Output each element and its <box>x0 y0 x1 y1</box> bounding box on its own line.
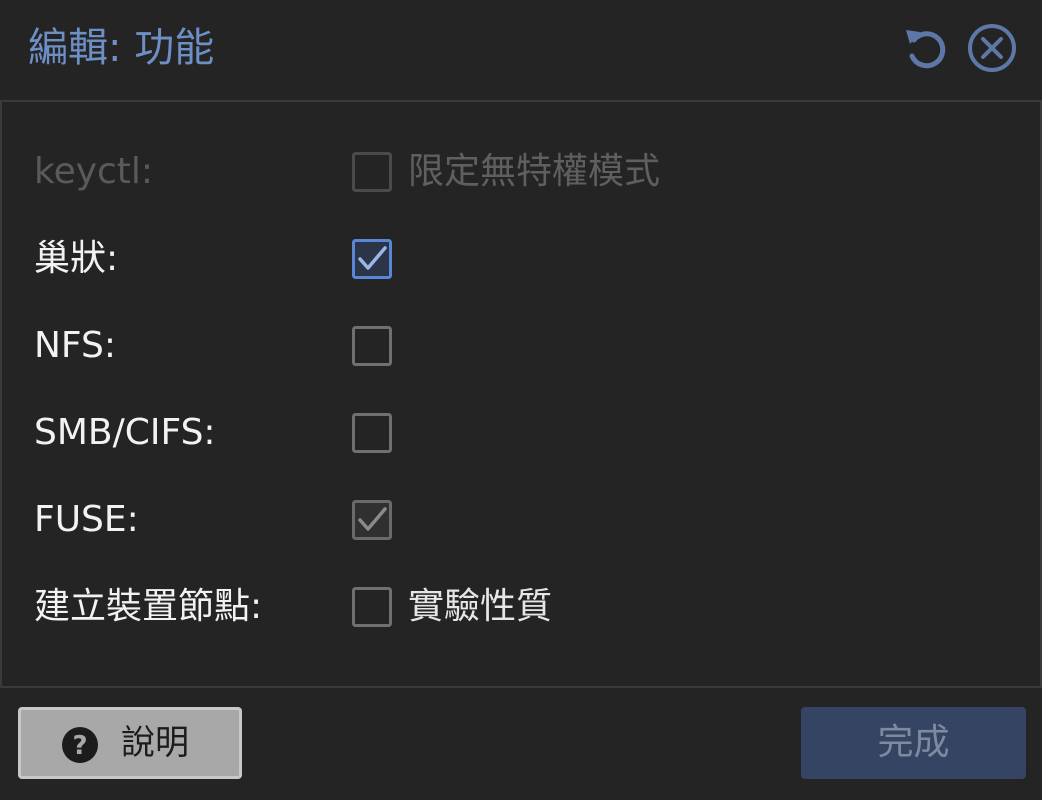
nfs-checkbox[interactable] <box>352 326 392 366</box>
option-fuse: FUSE: <box>2 490 1040 550</box>
done-button[interactable]: 完成 <box>801 707 1026 779</box>
option-smb-cifs: SMB/CIFS: <box>2 403 1040 463</box>
help-button-label: 說明 <box>121 723 189 763</box>
option-label: 建立裝置節點: <box>34 586 263 627</box>
option-label: SMB/CIFS: <box>34 412 216 453</box>
fuse-checkbox[interactable] <box>352 500 392 540</box>
option-mknod: 建立裝置節點: 實驗性質 <box>2 577 1040 637</box>
dialog-footer: ? 說明 完成 <box>0 688 1042 800</box>
option-keyctl: keyctl: 限定無特權模式 <box>2 142 1040 202</box>
done-button-label: 完成 <box>877 722 950 763</box>
undo-icon <box>900 22 952 74</box>
dialog-title: 編輯: 功能 <box>28 25 215 71</box>
option-label: FUSE: <box>34 499 139 540</box>
smb-cifs-checkbox[interactable] <box>352 413 392 453</box>
close-button[interactable] <box>966 22 1018 74</box>
option-label: NFS: <box>34 325 116 366</box>
checkbox-label: 實驗性質 <box>408 586 553 627</box>
help-button[interactable]: ? 說明 <box>18 707 242 779</box>
mknod-checkbox[interactable] <box>352 587 392 627</box>
question-circle-icon: ? <box>61 726 99 764</box>
features-form: keyctl: 限定無特權模式 巢狀: NFS: SMB/CIFS: FUSE:… <box>0 100 1042 688</box>
option-label: keyctl: <box>34 151 154 192</box>
reset-button[interactable] <box>900 22 952 74</box>
keyctl-checkbox[interactable] <box>352 152 392 192</box>
checkbox-label: 限定無特權模式 <box>408 151 661 192</box>
option-label: 巢狀: <box>34 238 119 279</box>
option-nfs: NFS: <box>2 316 1040 376</box>
close-circle-icon <box>966 22 1018 74</box>
svg-text:?: ? <box>72 731 87 761</box>
option-nesting: 巢狀: <box>2 229 1040 289</box>
edit-features-dialog: 編輯: 功能 keyctl: 限定無特權模式 巢狀: NFS: SMB/CIFS… <box>0 0 1042 800</box>
nesting-checkbox[interactable] <box>352 239 392 279</box>
dialog-header: 編輯: 功能 <box>0 0 1042 100</box>
